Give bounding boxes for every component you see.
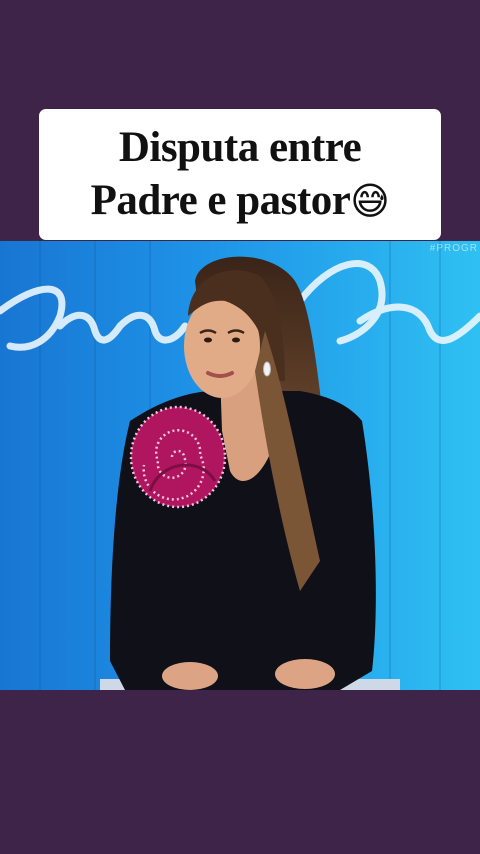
right-hand [275, 659, 335, 689]
caption-line-1: Disputa entre [118, 124, 362, 171]
caption-line-2: Padre e pastor😅 [39, 174, 441, 228]
caption-card: Disputa entre Padre e pastor😅 [39, 109, 441, 240]
video-frame[interactable]: #PROGR [0, 241, 480, 690]
rosette-brooch [129, 405, 227, 509]
channel-watermark: #PROGR [429, 243, 478, 254]
sweat-smile-emoji-icon: 😅 [350, 179, 390, 223]
caption-line-2-text: Padre e pastor [90, 177, 351, 224]
video-scene [0, 241, 480, 690]
earring [263, 361, 271, 377]
left-hand [162, 662, 218, 690]
bottom-background [0, 690, 480, 854]
